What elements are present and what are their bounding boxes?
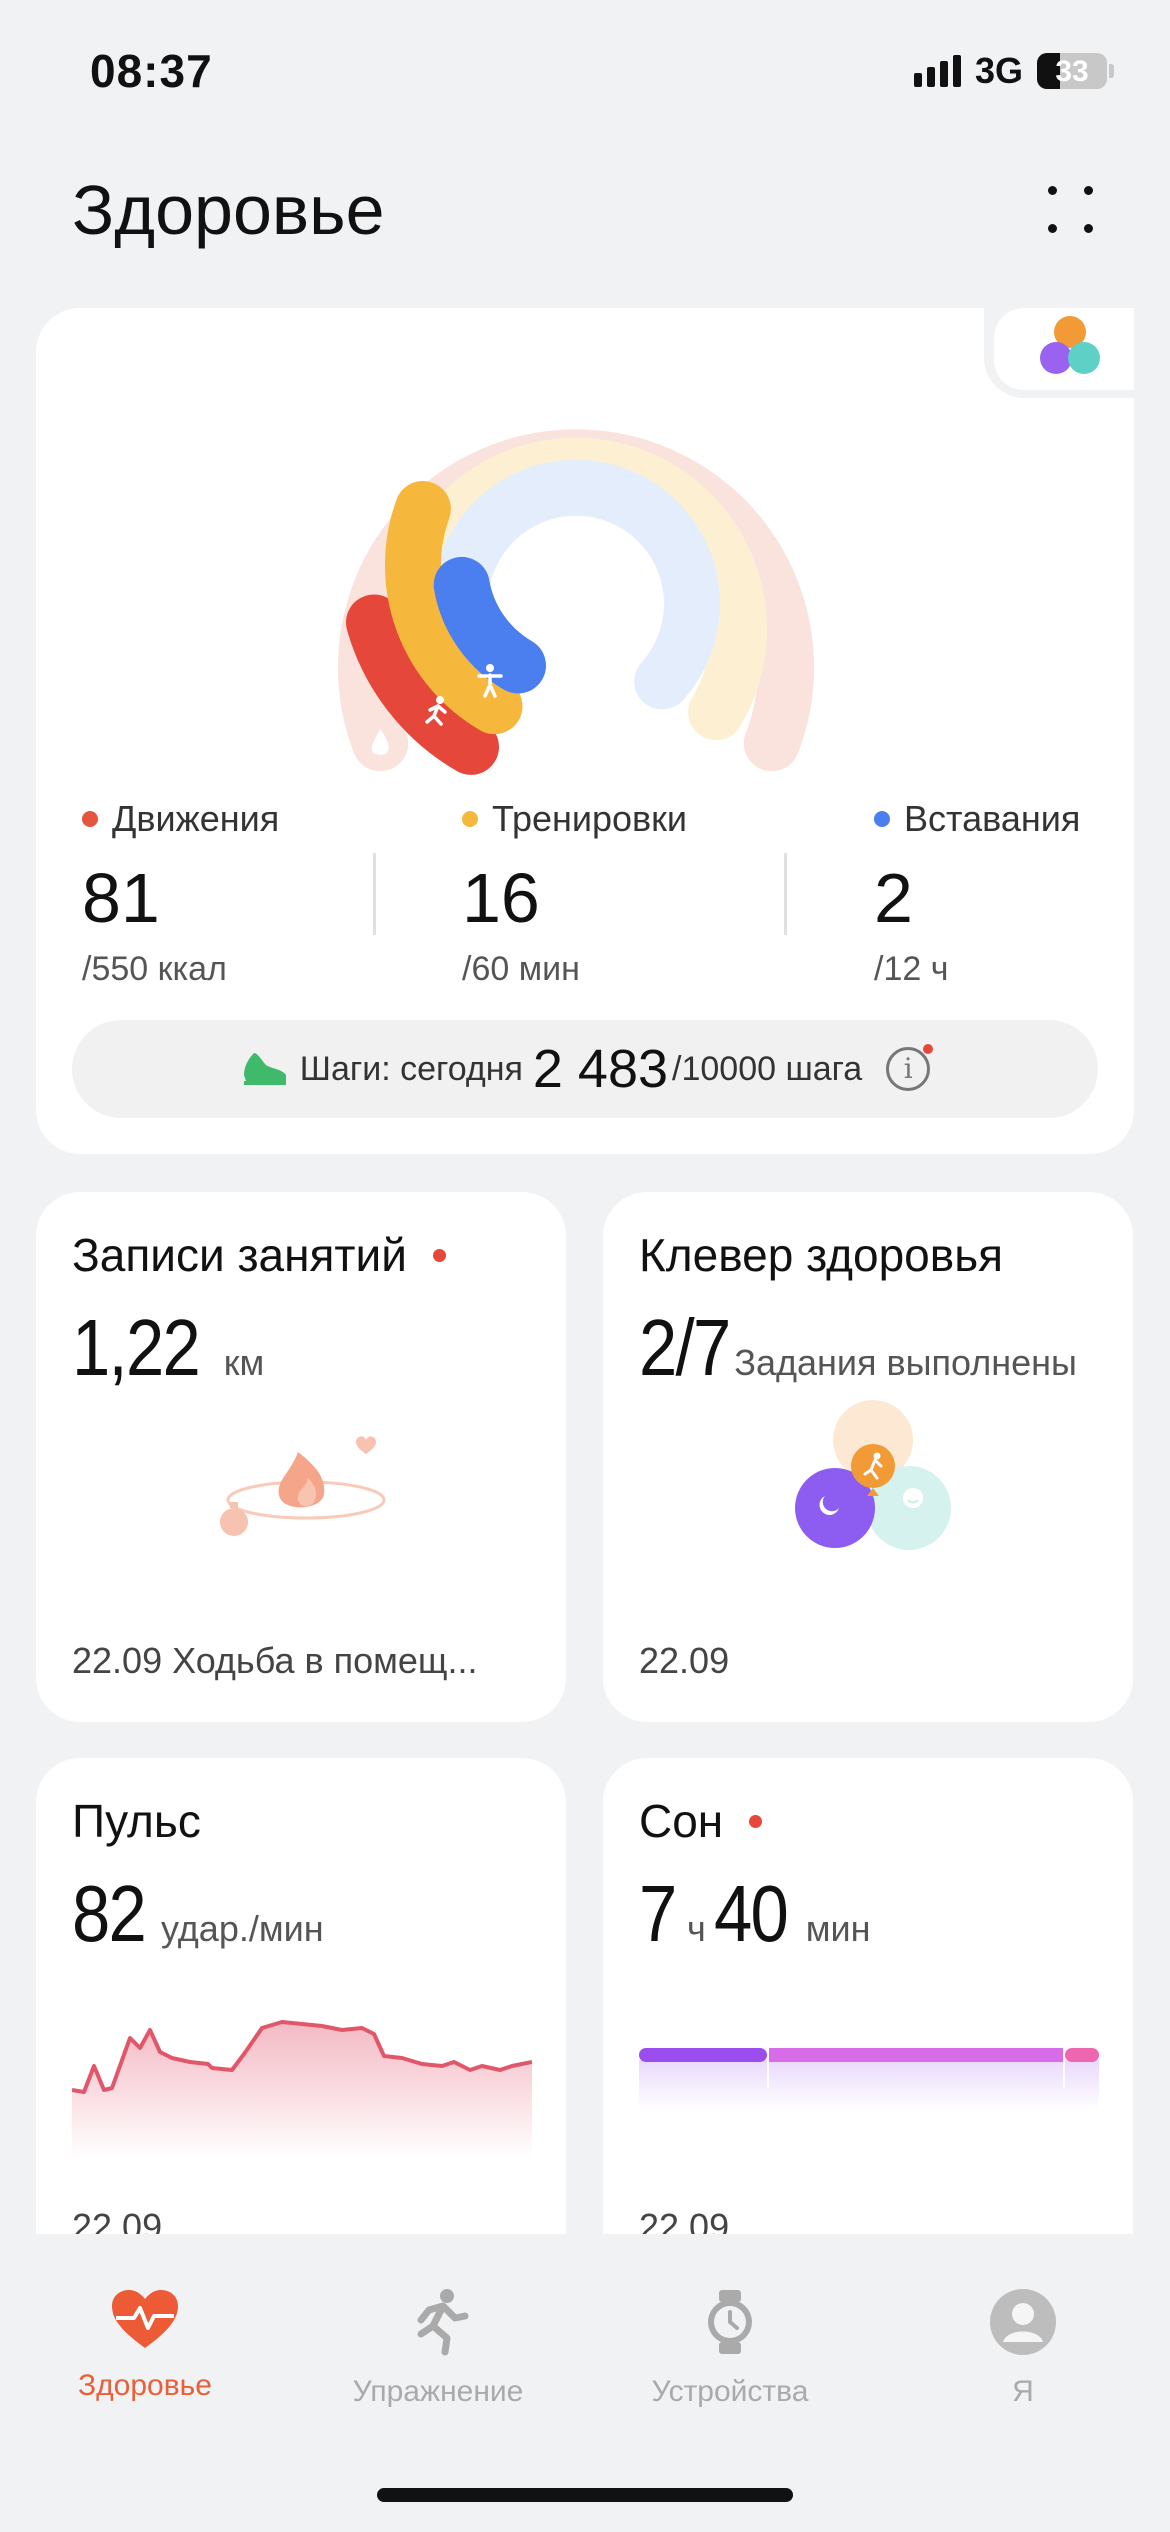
- health-clover-title: Клевер здоровья: [639, 1229, 1004, 1281]
- nav-me[interactable]: Я: [878, 2288, 1168, 2409]
- workout-flame-icon: [220, 1436, 386, 1536]
- steps-bar[interactable]: Шаги: сегодня 2 483 /10000 шага: [72, 1020, 1098, 1118]
- notification-dot: [749, 1814, 763, 1828]
- stand-value: 2: [874, 859, 913, 937]
- nav-exercise[interactable]: Упражнение: [293, 2288, 583, 2409]
- stand-goal: /12 ч: [874, 950, 949, 988]
- home-indicator: [377, 2488, 793, 2502]
- steps-goal: /10000 шага: [672, 1049, 863, 1088]
- pulse-trend-graph: [72, 2020, 532, 2158]
- workout-distance-unit: км: [223, 1342, 265, 1383]
- clover-tasks-label: Задания выполнены: [734, 1342, 1077, 1383]
- stand-dot: [874, 811, 890, 827]
- clover-date: 22.09: [639, 1640, 730, 1681]
- battery-level-text: 33: [1055, 55, 1089, 88]
- sleep-title: Сон: [639, 1795, 724, 1847]
- steps-value: 2 483: [532, 1039, 669, 1099]
- clover-icon[interactable]: [994, 308, 1134, 390]
- exercise-value: 16: [462, 859, 540, 937]
- activity-rings-card[interactable]: Движения 81 /550 ккал Тренировки 16 /60 …: [36, 308, 1134, 1154]
- exercise-goal: /60 мин: [462, 950, 580, 988]
- heart-pulse-icon: [112, 2290, 178, 2348]
- signal-icon: [913, 55, 961, 87]
- network-type: 3G: [974, 50, 1023, 91]
- workout-distance-value: 1,22: [72, 1303, 201, 1392]
- move-value: 81: [82, 859, 160, 937]
- page-title: Здоровье: [72, 171, 385, 249]
- profile-icon: [990, 2289, 1056, 2355]
- status-icons: 3G 33: [913, 50, 1114, 92]
- move-label: Движения: [112, 798, 280, 839]
- move-dot: [82, 811, 98, 827]
- running-icon: [417, 2289, 469, 2356]
- activity-rings-chart: [338, 429, 814, 775]
- move-goal: /550 ккал: [82, 950, 227, 988]
- sleep-hours-unit: ч: [687, 1908, 706, 1949]
- workout-records-card[interactable]: Записи занятий 1,22 км 22.09 Ходьба в по…: [36, 1192, 566, 1722]
- sleep-minutes-unit: мин: [805, 1908, 871, 1949]
- battery-icon: 33: [1037, 53, 1107, 89]
- workout-date: 22.09 Ходьба в помещ...: [72, 1640, 478, 1681]
- clover-icon: [795, 1400, 951, 1550]
- exercise-stat: Тренировки 16 /60 мин: [462, 798, 687, 989]
- nav-health[interactable]: Здоровье: [0, 2288, 290, 2403]
- watch-icon: [708, 2290, 752, 2354]
- sleep-hours-value: 7: [639, 1869, 677, 1958]
- nav-health-label: Здоровье: [78, 2369, 212, 2402]
- pulse-unit: удар./мин: [160, 1908, 324, 1949]
- exercise-label: Тренировки: [492, 798, 688, 839]
- workout-records-title: Записи занятий: [72, 1229, 407, 1281]
- stand-stat: Вставания 2 /12 ч: [874, 798, 1080, 989]
- nav-devices-label: Устройства: [651, 2375, 809, 2408]
- stand-label: Вставания: [904, 798, 1081, 839]
- notification-dot: [432, 1248, 446, 1262]
- shoe-icon: [243, 1053, 286, 1085]
- steps-label: Шаги: сегодня: [299, 1049, 523, 1088]
- nav-me-label: Я: [1012, 2375, 1034, 2408]
- grid-dots-icon[interactable]: [1040, 180, 1100, 240]
- info-icon[interactable]: [886, 1044, 934, 1091]
- clover-tasks-value: 2/7: [639, 1303, 731, 1392]
- status-time: 08:37: [90, 45, 213, 97]
- pulse-title: Пульс: [72, 1795, 201, 1847]
- sleep-minutes-value: 40: [713, 1869, 789, 1958]
- health-clover-card[interactable]: Клевер здоровья 2/7 Задания выполнены 22…: [603, 1192, 1133, 1722]
- move-stat: Движения 81 /550 ккал: [82, 798, 279, 989]
- sleep-stages-bar: [639, 2048, 1099, 2110]
- exercise-dot: [462, 811, 478, 827]
- stand-ring-progress: [433, 556, 546, 694]
- nav-exercise-label: Упражнение: [352, 2375, 524, 2408]
- pulse-value: 82: [72, 1869, 147, 1958]
- nav-devices[interactable]: Устройства: [585, 2288, 875, 2409]
